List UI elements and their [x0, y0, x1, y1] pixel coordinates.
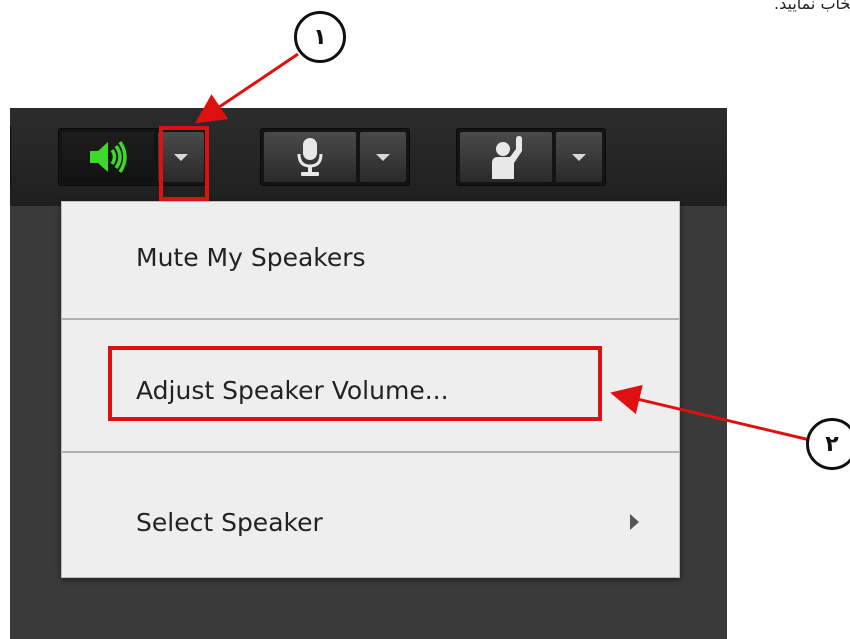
dropdown-triangle-icon: [376, 153, 390, 161]
microphone-button-group: [260, 128, 410, 186]
menu-item-mute-speakers[interactable]: Mute My Speakers: [62, 227, 679, 287]
toolbar-divider: [10, 126, 11, 186]
menu-item-label: Select Speaker: [136, 507, 323, 537]
callout-number-two: ۲: [806, 418, 850, 470]
raise-hand-icon: [492, 136, 522, 179]
highlight-box-dropdown: [159, 126, 209, 201]
microphone-button[interactable]: [264, 132, 356, 182]
menu-separator: [62, 318, 679, 320]
toolbar: [10, 108, 727, 206]
speaker-icon: [90, 141, 127, 173]
instruction-text: نتخاب نمایید.: [774, 0, 850, 13]
microphone-options-button[interactable]: [360, 132, 406, 182]
submenu-arrow-icon: [630, 514, 639, 530]
menu-separator: [62, 451, 679, 453]
highlight-box-adjust-volume: [108, 346, 602, 421]
dropdown-triangle-icon: [572, 153, 586, 161]
status-options-button[interactable]: [556, 132, 602, 182]
status-button-group: [456, 128, 606, 186]
raise-hand-button[interactable]: [460, 132, 552, 182]
speaker-button[interactable]: [62, 132, 154, 182]
menu-item-select-speaker[interactable]: Select Speaker: [62, 492, 679, 552]
microphone-icon: [297, 138, 323, 176]
callout-number-one: ۱: [294, 11, 346, 63]
